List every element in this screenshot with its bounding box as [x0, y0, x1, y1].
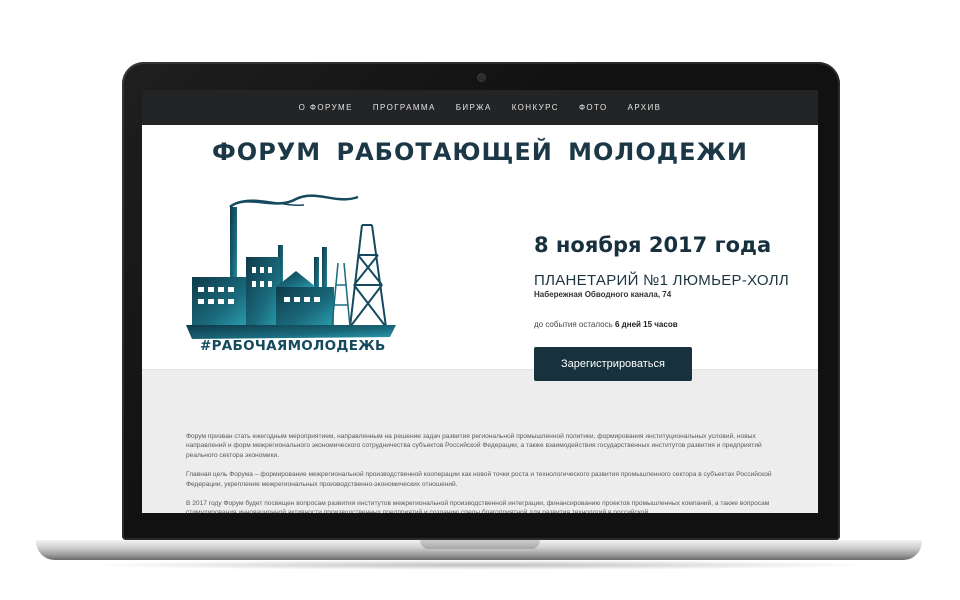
- top-nav: О ФОРУМЕ ПРОГРАММА БИРЖА КОНКУРС ФОТО АР…: [142, 90, 818, 125]
- countdown-prefix: до события осталось: [534, 320, 613, 329]
- hero-section: ФОРУМ РАБОТАЮЩЕЙ МОЛОДЕЖИ #РАБОЧАЯМОЛОДЕ…: [142, 125, 818, 381]
- nav-item-program[interactable]: ПРОГРАММА: [363, 103, 446, 112]
- event-venue: ПЛАНЕТАРИЙ №1 ЛЮМЬЕР-ХОЛЛ: [534, 272, 790, 289]
- nav-item-photo[interactable]: ФОТО: [569, 103, 618, 112]
- nav-item-archive[interactable]: АРХИВ: [618, 103, 672, 112]
- browser-screen: О ФОРУМЕ ПРОГРАММА БИРЖА КОНКУРС ФОТО АР…: [142, 90, 818, 513]
- camera-icon: [478, 74, 485, 81]
- nav-item-contest[interactable]: КОНКУРС: [502, 103, 569, 112]
- page-title: ФОРУМ РАБОТАЮЩЕЙ МОЛОДЕЖИ: [211, 138, 749, 166]
- about-section: Форум призван стать ежегодным мероприяти…: [142, 370, 818, 513]
- countdown-value: 6 дней 15 часов: [614, 320, 678, 329]
- hashtag-label: #РАБОЧАЯМОЛОДЕЖЬ: [200, 338, 386, 354]
- laptop-shadow: [80, 560, 880, 570]
- laptop-notch: [420, 540, 540, 549]
- factory-logo-icon: [186, 194, 396, 339]
- nav-item-exchange[interactable]: БИРЖА: [446, 103, 502, 112]
- about-paragraph: В 2017 году Форум будет посвящен вопроса…: [186, 500, 770, 513]
- event-address: Набережная Обводного канала, 74: [534, 290, 672, 299]
- event-date: 8 ноября 2017 года: [534, 233, 772, 257]
- nav-item-about[interactable]: О ФОРУМЕ: [289, 103, 363, 112]
- countdown-text: до события осталось 6 дней 15 часов: [534, 320, 678, 329]
- register-button[interactable]: Зарегистрироваться: [534, 347, 692, 381]
- about-paragraph: Главная цель Форума – формирование межре…: [186, 471, 772, 488]
- about-paragraph: Форум призван стать ежегодным мероприяти…: [186, 433, 762, 459]
